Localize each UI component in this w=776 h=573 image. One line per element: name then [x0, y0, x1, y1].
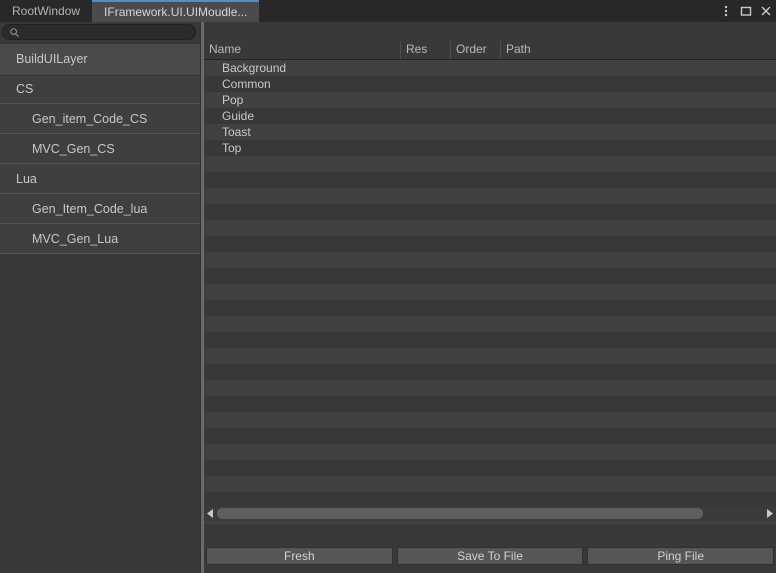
sidebar-item-mvc-gen-lua[interactable]: MVC_Gen_Lua	[0, 224, 200, 254]
window-controls	[716, 0, 776, 22]
table-row-empty	[204, 268, 776, 284]
tab-rootwindow[interactable]: RootWindow	[0, 0, 93, 22]
scrollbar-track[interactable]	[217, 506, 763, 521]
table-row-empty	[204, 204, 776, 220]
triangle-left-icon[interactable]	[204, 506, 217, 521]
table-row-empty	[204, 476, 776, 492]
table-panel: Name Res Order Path Background Common Pop Guid…	[204, 22, 776, 573]
tab-label: IFramework.UI.UIMoudle...	[104, 5, 248, 19]
table-row-empty	[204, 380, 776, 396]
action-button-bar: Fresh Save To File Ping File	[204, 547, 776, 565]
sidebar-item-gen-item-code-cs[interactable]: Gen_item_Code_CS	[0, 104, 200, 134]
cell-name: Guide	[222, 109, 255, 123]
table-row-empty	[204, 156, 776, 172]
search-box[interactable]	[2, 24, 196, 40]
column-header-name[interactable]: Name	[204, 41, 400, 59]
sidebar: BuildUILayer CS Gen_item_Code_CS MVC_Gen_CS…	[0, 22, 200, 573]
sidebar-item-builduilayer[interactable]: BuildUILayer	[0, 44, 200, 74]
table-row[interactable]: Guide	[204, 108, 776, 124]
fresh-button[interactable]: Fresh	[206, 547, 393, 565]
search-icon	[10, 27, 19, 37]
table-body: Background Common Pop Guide Toast Top	[204, 60, 776, 528]
sidebar-item-label: MVC_Gen_Lua	[32, 231, 119, 246]
sidebar-item-label: BuildUILayer	[16, 51, 88, 66]
table-row-empty	[204, 348, 776, 364]
sidebar-item-label: Lua	[16, 171, 37, 186]
maximize-icon[interactable]	[736, 0, 756, 22]
sidebar-item-gen-item-code-lua[interactable]: Gen_Item_Code_lua	[0, 194, 200, 224]
cell-name: Toast	[222, 125, 251, 139]
table-row-empty	[204, 364, 776, 380]
column-header-res[interactable]: Res	[400, 41, 450, 59]
table-row-empty	[204, 172, 776, 188]
cell-name: Common	[222, 77, 271, 91]
table-row-empty	[204, 396, 776, 412]
table-row-empty	[204, 188, 776, 204]
table-row[interactable]: Background	[204, 60, 776, 76]
triangle-right-icon[interactable]	[763, 506, 776, 521]
table-row-empty	[204, 236, 776, 252]
cell-name: Background	[222, 61, 287, 75]
table-row-empty	[204, 412, 776, 428]
table-row-empty	[204, 444, 776, 460]
kebab-menu-icon[interactable]	[716, 0, 736, 22]
scrollbar-thumb[interactable]	[217, 508, 703, 519]
cell-name: Pop	[222, 93, 244, 107]
table-row-empty	[204, 220, 776, 236]
close-icon[interactable]	[756, 0, 776, 22]
window-tab-bar: RootWindow IFramework.UI.UIMoudle...	[0, 0, 776, 22]
table-row-empty	[204, 252, 776, 268]
table-row[interactable]: Toast	[204, 124, 776, 140]
sidebar-item-cs[interactable]: CS	[0, 74, 200, 104]
sidebar-item-lua[interactable]: Lua	[0, 164, 200, 194]
sidebar-item-label: MVC_Gen_CS	[32, 141, 115, 156]
table-header-row: Name Res Order Path	[204, 41, 776, 60]
sidebar-item-label: CS	[16, 81, 34, 96]
save-to-file-button[interactable]: Save To File	[396, 547, 584, 565]
table-row-empty	[204, 460, 776, 476]
table-row[interactable]: Common	[204, 76, 776, 92]
table-row-empty	[204, 428, 776, 444]
unity-editor-window: RootWindow IFramework.UI.UIMoudle... Bui…	[0, 0, 776, 573]
table-row[interactable]: Top	[204, 140, 776, 156]
sidebar-tree-list: BuildUILayer CS Gen_item_Code_CS MVC_Gen_CS…	[0, 44, 200, 254]
column-header-order[interactable]: Order	[450, 41, 500, 59]
horizontal-scrollbar[interactable]	[204, 506, 776, 521]
table-row-empty	[204, 300, 776, 316]
sidebar-item-mvc-gen-cs[interactable]: MVC_Gen_CS	[0, 134, 200, 164]
tab-label: RootWindow	[12, 4, 81, 18]
table-row-empty	[204, 316, 776, 332]
table-row-empty	[204, 284, 776, 300]
cell-name: Top	[222, 141, 242, 155]
table-row-empty	[204, 332, 776, 348]
search-input[interactable]	[20, 25, 195, 39]
sidebar-item-label: Gen_item_Code_CS	[32, 111, 148, 126]
table-row[interactable]: Pop	[204, 92, 776, 108]
sidebar-item-label: Gen_Item_Code_lua	[32, 201, 148, 216]
column-header-path[interactable]: Path	[500, 41, 776, 59]
search-field-wrapper	[2, 24, 196, 40]
tab-iframework-uimoudle[interactable]: IFramework.UI.UIMoudle...	[92, 0, 260, 22]
ping-file-button[interactable]: Ping File	[587, 547, 775, 565]
